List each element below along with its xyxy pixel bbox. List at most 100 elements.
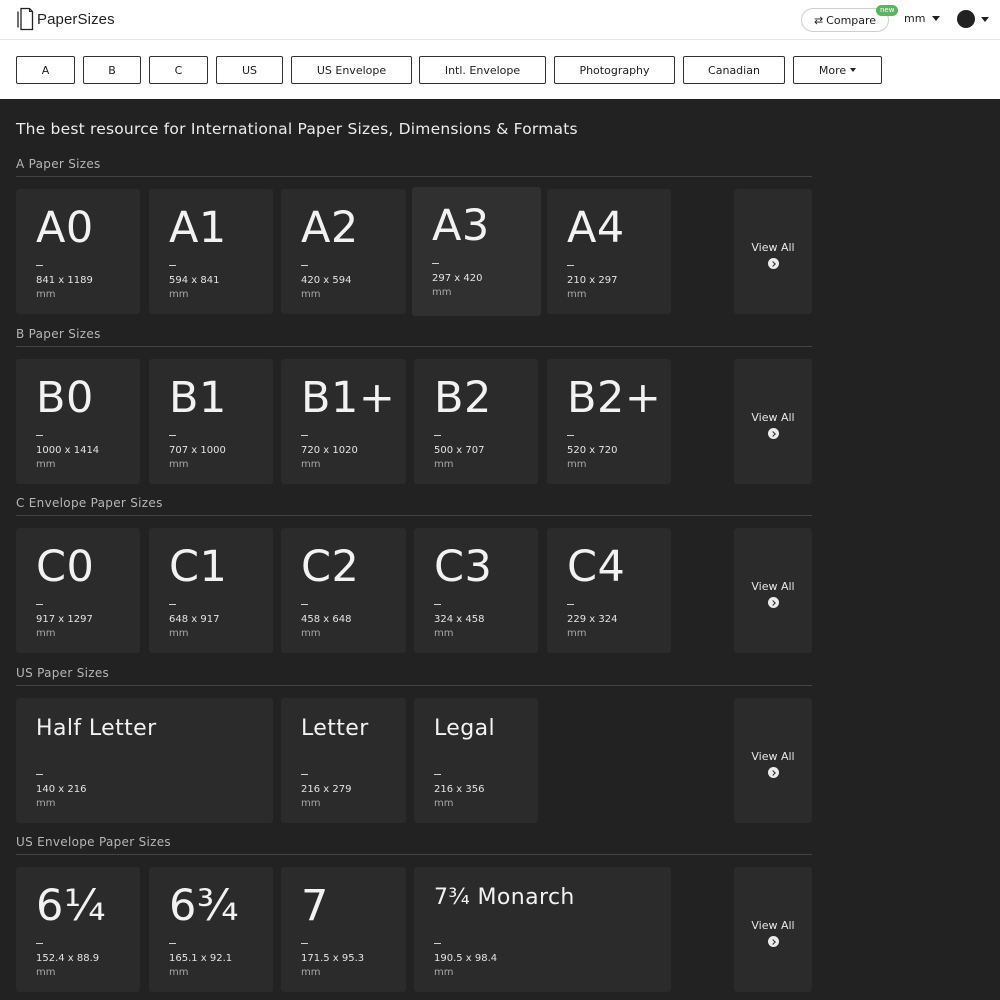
- paper-size-card[interactable]: A4 210 x 297 mm: [547, 189, 671, 314]
- nav-button-us[interactable]: US: [216, 56, 283, 84]
- page-headline: The best resource for International Pape…: [16, 120, 578, 138]
- nav-button-photography[interactable]: Photography: [554, 56, 675, 84]
- nav-button-us-envelope[interactable]: US Envelope: [291, 56, 412, 84]
- logo[interactable]: PaperSizes: [16, 7, 115, 31]
- paper-size-card[interactable]: A2 420 x 594 mm: [281, 189, 406, 314]
- chevron-circle-right-icon: [768, 258, 779, 269]
- paper-size-name: C3: [434, 542, 493, 592]
- dash-divider: [301, 435, 308, 436]
- caret-down-icon: [981, 16, 989, 22]
- paper-size-name: A4: [567, 203, 625, 253]
- nav-button-b[interactable]: B: [83, 56, 141, 84]
- paper-size-name: Legal: [434, 716, 495, 741]
- dash-divider: [36, 435, 43, 436]
- paper-size-card[interactable]: C4 229 x 324 mm: [547, 528, 671, 653]
- paper-size-name: C1: [169, 542, 228, 592]
- paper-dimensions: 841 x 1189: [36, 275, 93, 286]
- paper-unit: mm: [434, 967, 454, 978]
- top-bar: PaperSizes ⇄ Compare new mm A B C US US Enve…: [0, 0, 1000, 99]
- section-title: A Paper Sizes: [16, 157, 101, 171]
- paper-size-card[interactable]: 7 171.5 x 95.3 mm: [281, 867, 406, 992]
- paper-size-name: 6¾: [169, 881, 240, 931]
- paper-size-card[interactable]: C0 917 x 1297 mm: [16, 528, 140, 653]
- paper-unit: mm: [36, 628, 56, 639]
- paper-size-card[interactable]: Letter 216 x 279 mm: [281, 698, 406, 823]
- theme-toggle[interactable]: [957, 10, 989, 28]
- paper-dimensions: 140 x 216: [36, 784, 87, 795]
- new-badge: new: [876, 5, 899, 16]
- paper-size-card[interactable]: B1+ 720 x 1020 mm: [281, 359, 406, 484]
- paper-size-name: C4: [567, 542, 626, 592]
- dash-divider: [301, 604, 308, 605]
- paper-size-card[interactable]: Half Letter 140 x 216 mm: [16, 698, 273, 823]
- paper-dimensions: 1000 x 1414: [36, 445, 100, 456]
- dash-divider: [169, 265, 176, 266]
- paper-unit: mm: [432, 287, 452, 298]
- paper-dimensions: 165.1 x 92.1: [169, 953, 233, 964]
- paper-unit: mm: [169, 628, 189, 639]
- nav-button-label: B: [108, 63, 116, 77]
- paper-dimensions: 520 x 720: [567, 445, 618, 456]
- unit-select[interactable]: mm: [904, 12, 941, 25]
- dash-divider: [432, 263, 439, 264]
- nav-button-label: Photography: [579, 63, 650, 77]
- paper-size-card[interactable]: B1 707 x 1000 mm: [149, 359, 273, 484]
- view-all-button[interactable]: View All: [734, 359, 812, 484]
- dash-divider: [301, 774, 308, 775]
- view-all-button[interactable]: View All: [734, 867, 812, 992]
- dash-divider: [169, 943, 176, 944]
- paper-size-card[interactable]: A3 297 x 420 mm: [412, 187, 541, 316]
- caret-down-icon: [932, 16, 941, 21]
- paper-unit: mm: [36, 459, 56, 470]
- view-all-button[interactable]: View All: [734, 189, 812, 314]
- paper-unit: mm: [301, 628, 321, 639]
- chevron-circle-right-icon: [768, 767, 779, 778]
- paper-size-card[interactable]: C2 458 x 648 mm: [281, 528, 406, 653]
- paper-size-card[interactable]: A0 841 x 1189 mm: [16, 189, 140, 314]
- paper-dimensions: 720 x 1020: [301, 445, 358, 456]
- caret-down-icon: [850, 68, 857, 72]
- paper-size-name: B0: [36, 373, 94, 423]
- paper-size-card[interactable]: Legal 216 x 356 mm: [414, 698, 538, 823]
- paper-size-card[interactable]: C1 648 x 917 mm: [149, 528, 273, 653]
- dash-divider: [301, 943, 308, 944]
- nav-button-label: US: [241, 63, 258, 77]
- view-all-button[interactable]: View All: [734, 698, 812, 823]
- paper-size-card[interactable]: A1 594 x 841 mm: [149, 189, 273, 314]
- view-all-label: View All: [751, 411, 795, 424]
- paper-unit: mm: [567, 289, 587, 300]
- paper-dimensions: 420 x 594: [301, 275, 352, 286]
- nav-button-canadian[interactable]: Canadian: [683, 56, 785, 84]
- paper-size-card[interactable]: 7¾ Monarch 190.5 x 98.4 mm: [414, 867, 671, 992]
- compare-label: Compare: [826, 13, 877, 27]
- paper-size-name: C0: [36, 542, 95, 592]
- paper-dimensions: 707 x 1000: [169, 445, 226, 456]
- section-title: US Paper Sizes: [16, 666, 110, 680]
- paper-size-name: B2: [434, 373, 492, 423]
- dash-divider: [36, 774, 43, 775]
- chevron-circle-right-icon: [768, 936, 779, 947]
- dash-divider: [36, 943, 43, 944]
- nav-button-c[interactable]: C: [149, 56, 208, 84]
- paper-logo-icon: [16, 7, 34, 31]
- paper-size-card[interactable]: 6¼ 152.4 x 88.9 mm: [16, 867, 140, 992]
- view-all-button[interactable]: View All: [734, 528, 812, 653]
- paper-size-card[interactable]: B2+ 520 x 720 mm: [547, 359, 671, 484]
- paper-dimensions: 648 x 917: [169, 614, 220, 625]
- nav-button-more[interactable]: More: [793, 56, 882, 84]
- dash-divider: [567, 265, 574, 266]
- nav-button-a[interactable]: A: [16, 56, 75, 84]
- paper-size-card[interactable]: C3 324 x 458 mm: [414, 528, 538, 653]
- paper-unit: mm: [36, 289, 56, 300]
- paper-size-name: A0: [36, 203, 94, 253]
- nav-button-intl-envelope[interactable]: Intl. Envelope: [419, 56, 546, 84]
- chevron-circle-right-icon: [768, 597, 779, 608]
- paper-size-card[interactable]: B0 1000 x 1414 mm: [16, 359, 140, 484]
- paper-size-name: A3: [432, 201, 490, 251]
- dash-divider: [434, 604, 441, 605]
- section-divider: [16, 685, 812, 686]
- paper-size-card[interactable]: B2 500 x 707 mm: [414, 359, 538, 484]
- view-all-label: View All: [751, 750, 795, 763]
- paper-size-card[interactable]: 6¾ 165.1 x 92.1 mm: [149, 867, 273, 992]
- paper-unit: mm: [567, 459, 587, 470]
